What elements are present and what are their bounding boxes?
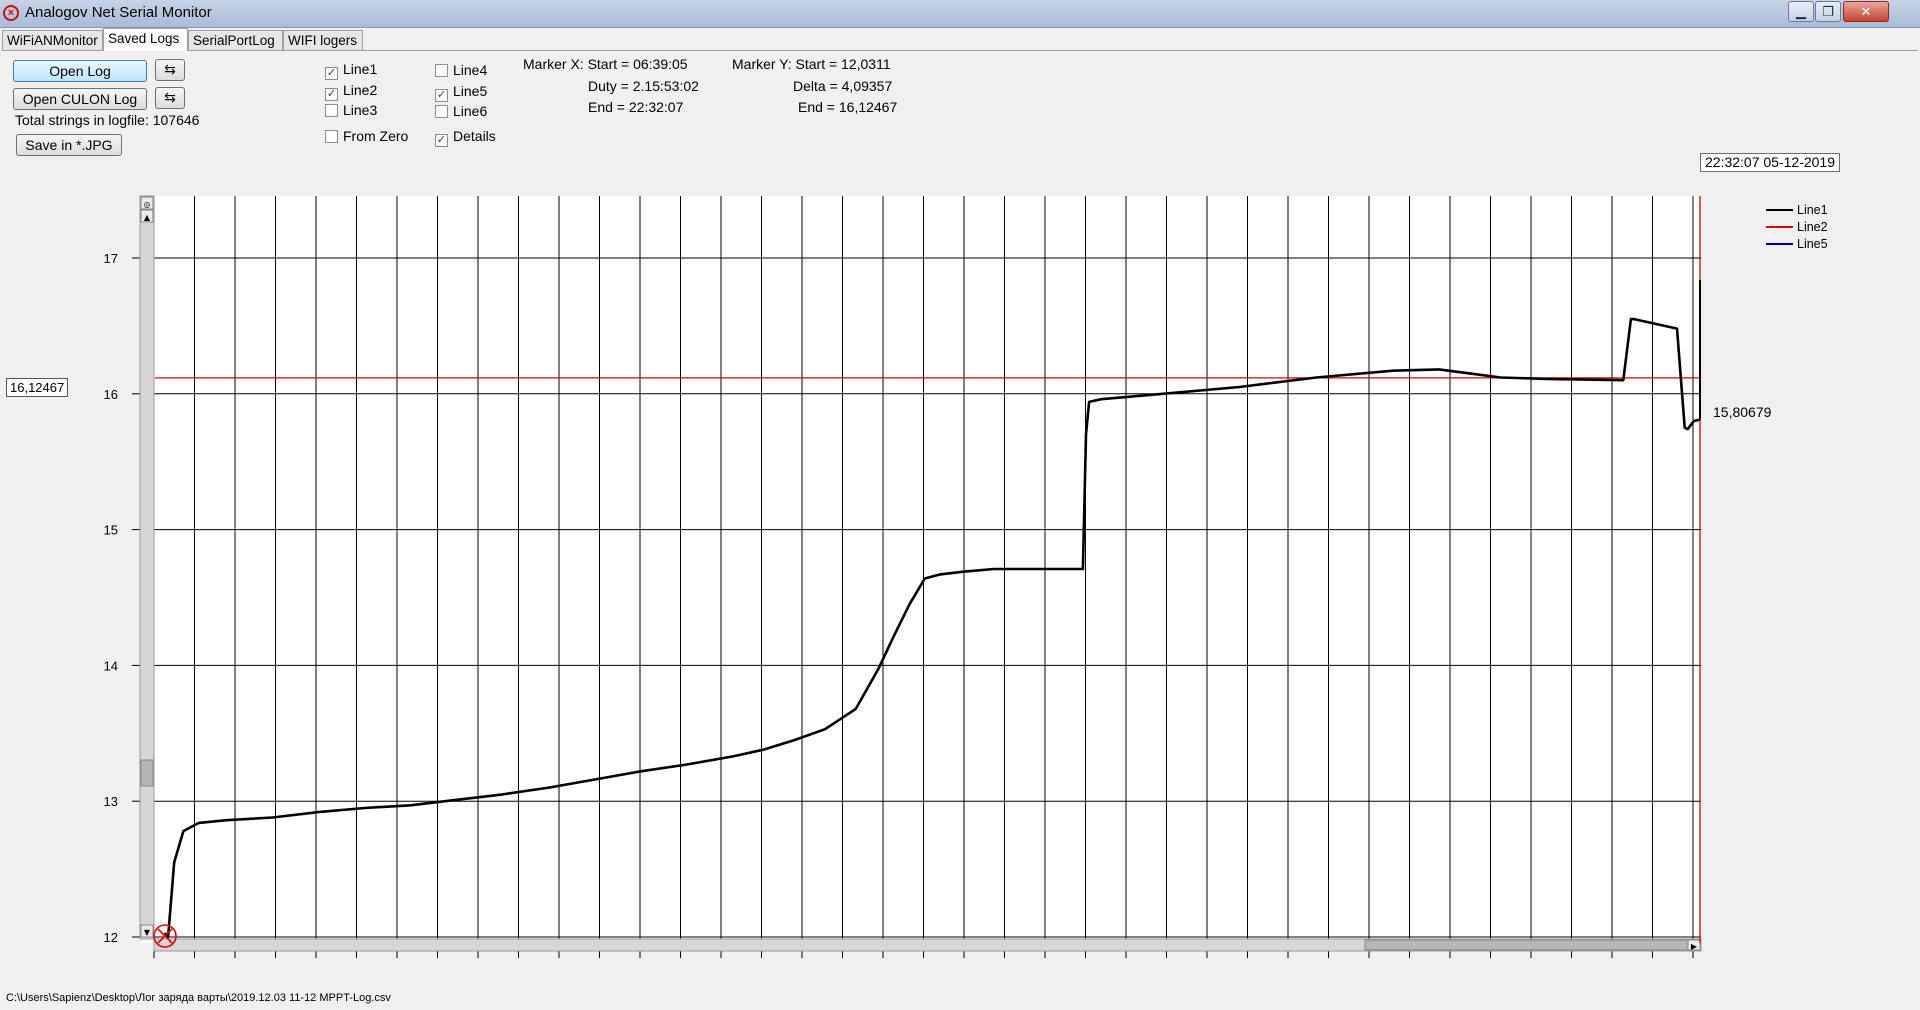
scroll-top-icon: ◎ — [144, 200, 151, 209]
x-axis-ticks — [153, 951, 1694, 958]
scroll-right-icon: ▶ — [1691, 942, 1698, 951]
chart-plot: 17 16 15 14 13 12 ◎ ▲ ▼ ▶ Line1 Line2 Line5 — [104, 195, 1828, 958]
vertical-scroll-thumb[interactable] — [140, 759, 154, 787]
y-tick-label: 16 — [104, 387, 118, 402]
scroll-down-icon: ▼ — [144, 928, 151, 937]
vertical-scrollbar[interactable] — [139, 195, 155, 940]
legend-label-line5: Line5 — [1797, 237, 1828, 251]
plot-area — [141, 196, 1701, 943]
scroll-up-icon: ▲ — [144, 213, 151, 222]
status-file-path: C:\Users\Sapienz\Desktop\Лог заряда варт… — [6, 992, 391, 1004]
y-tick-label: 17 — [104, 251, 118, 266]
horizontal-scroll-thumb[interactable] — [1364, 939, 1689, 951]
y-tick-label: 12 — [104, 930, 118, 945]
legend-label-line1: Line1 — [1797, 203, 1828, 217]
legend-label-line2: Line2 — [1797, 220, 1828, 234]
y-tick-label: 13 — [104, 794, 118, 809]
y-tick-label: 14 — [104, 658, 118, 673]
y-tick-label: 15 — [104, 523, 118, 538]
y-axis-ticks: 17 16 15 14 13 12 — [104, 251, 140, 945]
legend: Line1 Line2 Line5 — [1766, 203, 1828, 251]
tab-saved-logs[interactable]: Saved Logs — [103, 28, 188, 51]
